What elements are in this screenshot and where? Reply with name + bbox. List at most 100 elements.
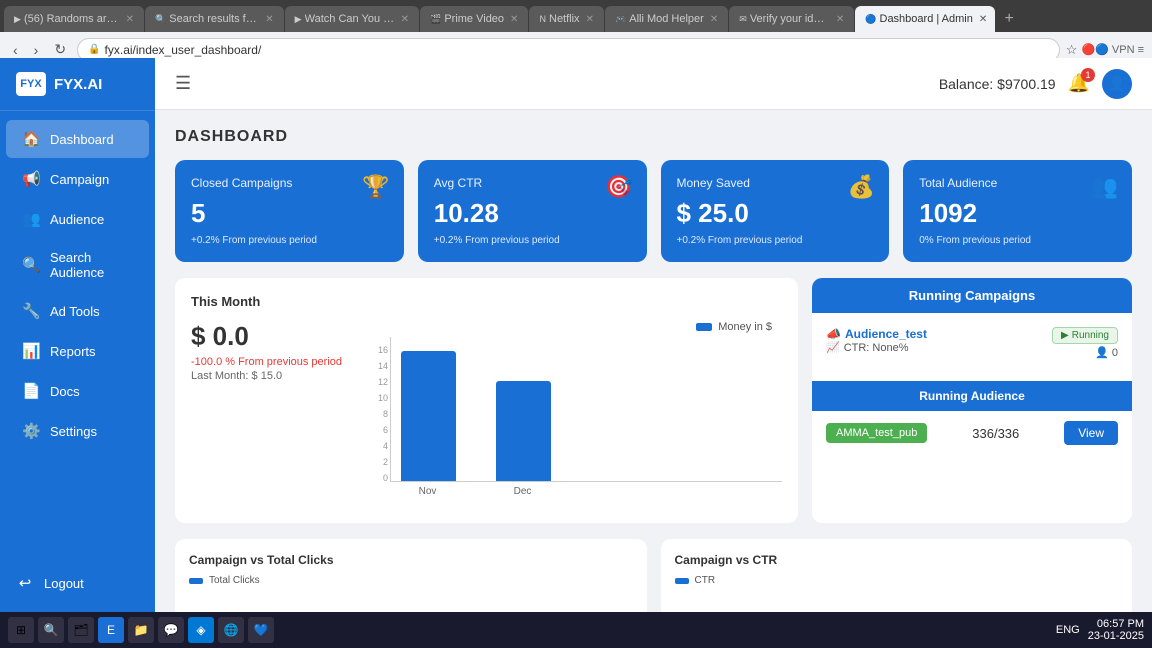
logo-area: FYX FYX.AI: [0, 58, 155, 111]
stat-value-0: 5: [191, 198, 388, 229]
audience-icon: 👥: [22, 210, 40, 228]
clicks-legend-dot: [189, 578, 203, 584]
new-tab-button[interactable]: +: [996, 6, 1022, 32]
tab-6[interactable]: 🎮 Alli Mod Helper✕: [605, 6, 728, 32]
sidebar-label-audience: Audience: [50, 212, 104, 227]
stat-title-0: Closed Campaigns: [191, 176, 388, 190]
browser-chrome: ▶ (56) Randoms are SHOCK...✕ 🔍 Search re…: [0, 0, 1152, 58]
bar-nov-rect: [401, 351, 456, 481]
browser2-icon[interactable]: 🌐: [218, 617, 244, 643]
main-content: ☰ Balance: $9700.19 🔔 1 👤 DASHBOARD Clos…: [155, 58, 1152, 612]
stat-value-3: 1092: [919, 198, 1116, 229]
tab-bar: ▶ (56) Randoms are SHOCK...✕ 🔍 Search re…: [0, 0, 1152, 32]
sidebar: FYX FYX.AI 🏠 Dashboard 📢 Campaign 👥 Audi…: [0, 58, 155, 612]
logout-button[interactable]: ↩ Logout: [0, 564, 155, 602]
stat-value-2: $ 25.0: [677, 198, 874, 229]
settings-icon: ⚙️: [22, 422, 40, 440]
legend-color: [696, 323, 712, 331]
sidebar-label-docs: Docs: [50, 384, 80, 399]
campaign-vs-ctr-title: Campaign vs CTR: [675, 553, 1119, 567]
stat-change-3: 0% From previous period: [919, 235, 1116, 246]
reload-button[interactable]: ↻: [49, 39, 71, 60]
x-axis: Nov Dec: [390, 482, 782, 501]
stat-card-avg-ctr: Avg CTR 10.28 +0.2% From previous period…: [418, 160, 647, 262]
status-badge: ▶ Running: [1052, 327, 1118, 344]
sidebar-item-settings[interactable]: ⚙️ Settings: [6, 412, 149, 450]
this-month-change: -100.0 % From previous period: [191, 356, 342, 368]
bar-dec-rect: [496, 381, 551, 481]
logo-text: FYX: [20, 78, 41, 90]
content-area: DASHBOARD Closed Campaigns 5 +0.2% From …: [155, 110, 1152, 612]
tab-5[interactable]: N Netflix✕: [529, 6, 604, 32]
taskbar-left: ⊞ 🔍 🗂 E 📁 💬 ◈ 🌐 💙: [8, 617, 274, 643]
stat-card-total-audience: Total Audience 1092 0% From previous per…: [903, 160, 1132, 262]
tab-8[interactable]: 🔵 Dashboard | Admin✕: [855, 6, 995, 32]
stat-change-1: +0.2% From previous period: [434, 235, 631, 246]
vscode-icon[interactable]: ◈: [188, 617, 214, 643]
tab-3[interactable]: ▶ Watch Can You Keep a S...✕: [285, 6, 419, 32]
clicks-legend: Total Clicks: [189, 575, 633, 586]
files-icon[interactable]: 📁: [128, 617, 154, 643]
stat-title-1: Avg CTR: [434, 176, 631, 190]
reports-icon: 📊: [22, 342, 40, 360]
bookmark-icon[interactable]: ☆: [1066, 42, 1078, 58]
x-label-dec: Dec: [495, 486, 550, 497]
audience-tag: AMMA_test_pub: [826, 423, 927, 443]
legend-label: Money in $: [718, 321, 772, 333]
hamburger-menu[interactable]: ☰: [175, 73, 191, 94]
taskbar-datetime: 06:57 PM 23-01-2025: [1088, 618, 1144, 642]
dashboard-icon: 🏠: [22, 130, 40, 148]
sidebar-item-ad-tools[interactable]: 🔧 Ad Tools: [6, 292, 149, 330]
stat-icon-2: 💰: [848, 174, 875, 200]
bar-chart: [390, 337, 782, 482]
this-month-value: $ 0.0: [191, 321, 342, 352]
stats-grid: Closed Campaigns 5 +0.2% From previous p…: [175, 160, 1132, 262]
balance-display: Balance: $9700.19: [939, 76, 1056, 92]
sidebar-item-search-audience[interactable]: 🔍 Search Audience: [6, 240, 149, 290]
edge-icon[interactable]: E: [98, 617, 124, 643]
campaign-vs-clicks-title: Campaign vs Total Clicks: [189, 553, 633, 567]
running-campaigns-panel: Running Campaigns 📣 Audience_test 📈: [812, 278, 1132, 523]
stat-icon-0: 🏆: [362, 174, 389, 200]
nav-actions: ☆ 🔴🔵 VPN ≡: [1066, 42, 1144, 58]
running-campaigns-content: 📣 Audience_test 📈 CTR: None%: [812, 313, 1132, 381]
sidebar-item-docs[interactable]: 📄 Docs: [6, 372, 149, 410]
sidebar-item-dashboard[interactable]: 🏠 Dashboard: [6, 120, 149, 158]
discord-icon[interactable]: 💙: [248, 617, 274, 643]
tab-4[interactable]: 🎬 Prime Video✕: [420, 6, 528, 32]
tab-7[interactable]: ✉ Verify your identity - sen...✕: [729, 6, 854, 32]
extension-area: 🔴🔵 VPN ≡: [1081, 43, 1144, 56]
docs-icon: 📄: [22, 382, 40, 400]
stat-icon-3: 👥: [1091, 174, 1118, 200]
notification-badge: 1: [1081, 68, 1095, 82]
this-month-title: This Month: [191, 294, 782, 309]
sidebar-item-campaign[interactable]: 📢 Campaign: [6, 160, 149, 198]
sidebar-label-campaign: Campaign: [50, 172, 109, 187]
sidebar-label-reports: Reports: [50, 344, 96, 359]
taskview-icon[interactable]: 🗂: [68, 617, 94, 643]
stat-change-0: +0.2% From previous period: [191, 235, 388, 246]
logo-box: FYX: [16, 72, 46, 96]
notification-bell[interactable]: 🔔 1: [1068, 73, 1090, 94]
taskbar-right: ENG 06:57 PM 23-01-2025: [1056, 618, 1144, 642]
campaign-status: ▶ Running 👤 0: [1052, 327, 1118, 359]
view-button[interactable]: View: [1064, 421, 1118, 445]
logout-label: Logout: [44, 576, 84, 591]
campaign-vs-total-clicks-panel: Campaign vs Total Clicks Total Clicks: [175, 539, 647, 612]
taskbar-lang: ENG: [1056, 624, 1080, 636]
user-avatar[interactable]: 👤: [1102, 69, 1132, 99]
forward-button[interactable]: ›: [29, 40, 44, 60]
sidebar-item-audience[interactable]: 👥 Audience: [6, 200, 149, 238]
tab-2[interactable]: 🔍 Search results for your f...✕: [145, 6, 284, 32]
this-month-last: Last Month: $ 15.0: [191, 370, 342, 382]
tab-1[interactable]: ▶ (56) Randoms are SHOCK...✕: [4, 6, 144, 32]
windows-icon[interactable]: ⊞: [8, 617, 34, 643]
panels-row: This Month $ 0.0 -100.0 % From previous …: [175, 278, 1132, 523]
search-taskbar-icon[interactable]: 🔍: [38, 617, 64, 643]
sidebar-item-reports[interactable]: 📊 Reports: [6, 332, 149, 370]
back-button[interactable]: ‹: [8, 40, 23, 60]
topbar: ☰ Balance: $9700.19 🔔 1 👤: [155, 58, 1152, 110]
bottom-charts: Campaign vs Total Clicks Total Clicks Ca…: [175, 539, 1132, 612]
y-axis: 1614121086420: [362, 345, 388, 483]
chat-icon[interactable]: 💬: [158, 617, 184, 643]
